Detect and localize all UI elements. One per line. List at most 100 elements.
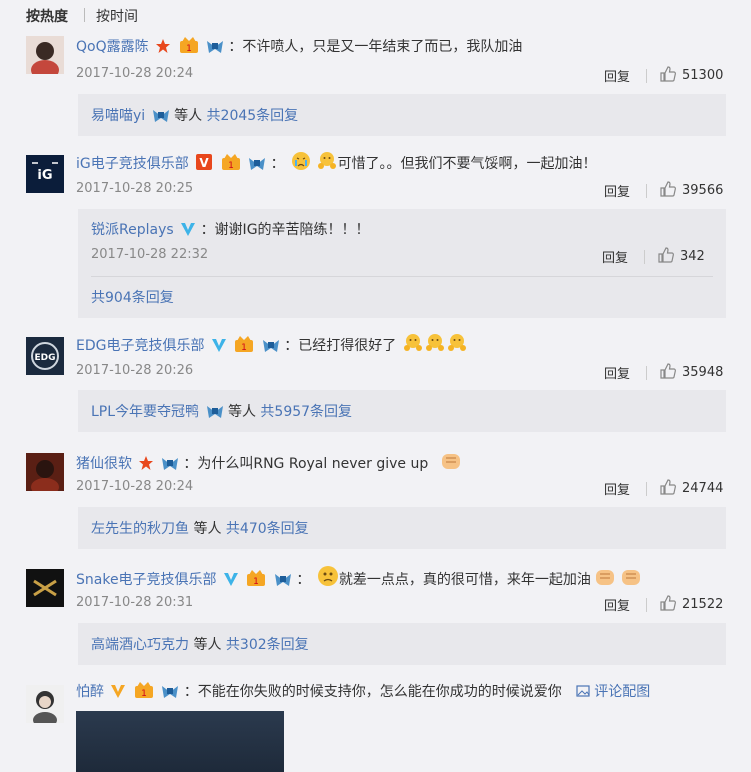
image-icon bbox=[576, 685, 590, 697]
team-badge-icon bbox=[274, 574, 291, 586]
thumbs-up-icon bbox=[658, 247, 674, 263]
comment-username[interactable]: 猪仙很软 bbox=[76, 456, 132, 472]
comment-time: 2017-10-28 20:24 bbox=[76, 479, 194, 494]
avatar[interactable] bbox=[26, 453, 64, 491]
view-more-replies-link[interactable]: 共302条回复 bbox=[226, 637, 309, 653]
comment-content: ：不许喷人，只是又一年结束了而已，我队加油 bbox=[228, 39, 523, 55]
sub-reply-button[interactable]: 回复 bbox=[602, 247, 628, 266]
like-count: 21522 bbox=[682, 597, 724, 612]
tab-sort-by-time[interactable]: 按时间 bbox=[96, 6, 138, 26]
others-label: 等人 bbox=[193, 521, 222, 537]
comment-image-thumbnail[interactable] bbox=[76, 711, 284, 772]
comment-username[interactable]: QoQ露露陈 bbox=[76, 39, 149, 55]
comment-username[interactable]: EDG电子竞技俱乐部 bbox=[76, 338, 204, 354]
tab-sort-by-hot[interactable]: 按热度 bbox=[26, 6, 68, 26]
comment-image-label: 评论配图 bbox=[594, 684, 651, 700]
comment-username[interactable]: iG电子竞技俱乐部 bbox=[76, 156, 189, 172]
reply-button[interactable]: 回复 bbox=[604, 595, 630, 614]
sub-reply-username[interactable]: LPL今年要夺冠鸭 bbox=[91, 404, 199, 420]
sub-reply-summary: LPL今年要夺冠鸭 等人 共5957条回复 bbox=[78, 390, 726, 432]
crown-badge-icon: 1 bbox=[179, 37, 198, 54]
comment-time: 2017-10-28 20:26 bbox=[76, 363, 194, 378]
sub-reply-username[interactable]: 左先生的秋刀鱼 bbox=[91, 521, 189, 537]
like-button[interactable]: 51300 bbox=[660, 66, 723, 83]
crown-badge-icon: 1 bbox=[235, 336, 254, 353]
hug-emoji-icon bbox=[318, 152, 337, 169]
sort-tabs: 按热度 按时间 bbox=[0, 0, 751, 28]
comment-time: 2017-10-28 20:24 bbox=[76, 66, 194, 81]
verified-v-icon bbox=[111, 685, 126, 698]
like-button[interactable]: 21522 bbox=[660, 595, 723, 612]
reply-button[interactable]: 回复 bbox=[604, 479, 630, 498]
like-count: 35948 bbox=[682, 365, 724, 380]
sub-reply-username[interactable]: 易喵喵yi bbox=[91, 108, 145, 124]
svg-text:1: 1 bbox=[228, 161, 234, 171]
like-button[interactable]: 35948 bbox=[660, 363, 723, 380]
comment-content: ：不能在你失败的时候支持你，怎么能在你成功的时候说爱你 bbox=[183, 684, 562, 700]
view-more-replies-link[interactable]: 共904条回复 bbox=[91, 290, 174, 306]
verified-v-icon bbox=[211, 339, 226, 352]
team-badge-icon bbox=[206, 406, 223, 418]
fist-emoji-icon bbox=[621, 570, 640, 585]
sub-reply-summary: 高端酒心巧克力 等人 共302条回复 bbox=[78, 623, 726, 665]
verified-v-icon bbox=[181, 223, 196, 236]
sub-reply-username[interactable]: 锐派Replays bbox=[91, 222, 174, 238]
sad-emoji-icon bbox=[317, 566, 338, 586]
comment-content: 可惜了。。但我们不要气馁啊，一起加油！ bbox=[337, 156, 597, 172]
hug-emoji-icon bbox=[403, 334, 422, 351]
avatar[interactable]: iG bbox=[26, 155, 64, 193]
avatar[interactable] bbox=[26, 685, 64, 723]
avatar[interactable] bbox=[26, 569, 64, 607]
reply-button[interactable]: 回复 bbox=[604, 363, 630, 382]
team-badge-icon bbox=[206, 41, 223, 53]
avatar[interactable]: EDG bbox=[26, 337, 64, 375]
comment-time: 2017-10-28 20:31 bbox=[76, 595, 194, 610]
sub-reply-summary: 易喵喵yi 等人 共2045条回复 bbox=[78, 94, 726, 136]
like-button[interactable]: 39566 bbox=[660, 181, 723, 198]
sub-reply-line: 锐派Replays ：谢谢IG的辛苦陪练！！！ bbox=[91, 219, 370, 239]
svg-text:1: 1 bbox=[186, 44, 192, 54]
comment-text-line: 猪仙很软 ：为什么叫RNG Royal never give up bbox=[76, 449, 463, 474]
like-count: 51300 bbox=[682, 68, 724, 83]
comment-image-link[interactable]: 评论配图 bbox=[576, 684, 650, 700]
comment-content: ：为什么叫RNG Royal never give up bbox=[183, 456, 429, 472]
thumbs-up-icon bbox=[660, 181, 676, 197]
sub-like-button[interactable]: 342 bbox=[658, 247, 705, 264]
verified-v-icon bbox=[224, 573, 239, 586]
like-count: 39566 bbox=[682, 183, 724, 198]
reply-button[interactable]: 回复 bbox=[604, 66, 630, 85]
comment-content: ：已经打得很好了 bbox=[284, 338, 397, 354]
crown-badge-icon: 1 bbox=[247, 570, 266, 587]
others-label: 等人 bbox=[174, 108, 203, 124]
svg-text:1: 1 bbox=[254, 577, 260, 587]
comment-content: 就差一点点，真的很可惜，来年一起加油 bbox=[338, 572, 591, 588]
comment-text-line: Snake电子竞技俱乐部 1 ： 就差一点点，真的很可惜，来年一起加油 bbox=[76, 565, 643, 590]
thumbs-up-icon bbox=[660, 595, 676, 611]
svg-text:V: V bbox=[200, 156, 210, 170]
sub-reply-line: 高端酒心巧克力 等人 共302条回复 bbox=[91, 634, 309, 654]
comment-text-line: EDG电子竞技俱乐部 1 ：已经打得很好了 bbox=[76, 333, 467, 356]
sub-reply-line: 易喵喵yi 等人 共2045条回复 bbox=[91, 105, 298, 125]
view-more-replies-link[interactable]: 共2045条回复 bbox=[207, 108, 299, 124]
like-count: 342 bbox=[680, 249, 705, 264]
like-count: 24744 bbox=[682, 481, 724, 496]
fist-emoji-icon bbox=[441, 454, 460, 469]
divider bbox=[646, 184, 647, 198]
comment-text-line: QoQ露露陈 1 ：不许喷人，只是又一年结束了而已，我队加油 bbox=[76, 36, 522, 57]
fist-emoji-icon bbox=[595, 570, 614, 585]
divider bbox=[646, 598, 647, 612]
colon: ： bbox=[296, 572, 311, 588]
sub-reply-line: 左先生的秋刀鱼 等人 共470条回复 bbox=[91, 518, 309, 538]
hug-emoji-icon bbox=[425, 334, 444, 351]
sub-reply-username[interactable]: 高端酒心巧克力 bbox=[91, 637, 189, 653]
reply-button[interactable]: 回复 bbox=[604, 181, 630, 200]
comment-username[interactable]: Snake电子竞技俱乐部 bbox=[76, 572, 217, 588]
avatar[interactable] bbox=[26, 36, 64, 74]
team-badge-icon bbox=[262, 340, 279, 352]
view-more-replies-link[interactable]: 共470条回复 bbox=[226, 521, 309, 537]
thumbs-up-icon bbox=[660, 66, 676, 82]
comment-username[interactable]: 怕醉 bbox=[76, 684, 104, 700]
view-more-replies-link[interactable]: 共5957条回复 bbox=[260, 404, 352, 420]
like-button[interactable]: 24744 bbox=[660, 479, 723, 496]
divider bbox=[646, 482, 647, 496]
